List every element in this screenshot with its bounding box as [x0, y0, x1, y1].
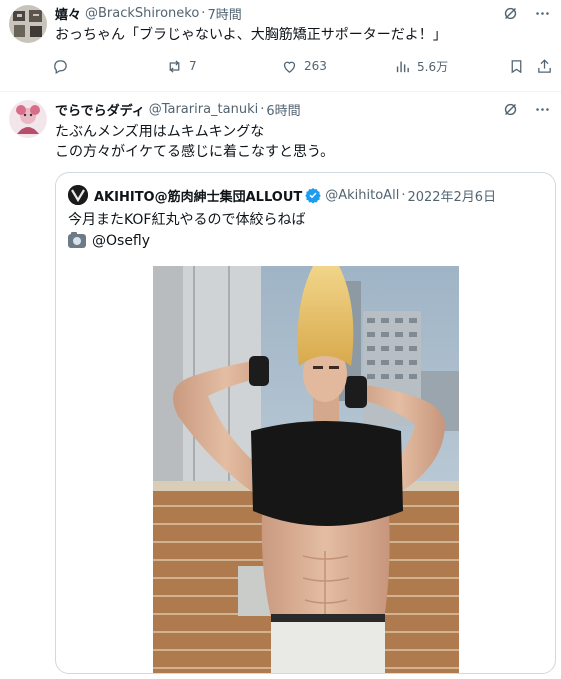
reply-icon	[54, 59, 67, 74]
tweet-2[interactable]: でらでらダディ @Tararira_tanuki · 6時間 たぶんメンズ用はム…	[0, 92, 561, 679]
separator-dot: ·	[201, 5, 206, 21]
retweet-icon	[169, 59, 180, 73]
author-name[interactable]: でらでらダディ	[55, 100, 145, 119]
more-icon[interactable]	[533, 100, 551, 118]
like-icon	[283, 61, 296, 73]
views-icon	[396, 61, 409, 72]
quote-date[interactable]: 2022年2月6日	[407, 186, 496, 205]
author-handle[interactable]: @BrackShironeko	[85, 6, 199, 21]
tweet-text-line-2: この方々がイケてる感じに着こなすと思う。	[55, 144, 335, 160]
author-handle[interactable]: @Tararira_tanuki	[149, 102, 259, 117]
like-count: 263	[304, 59, 327, 73]
photo-credit: @Osefly	[68, 231, 150, 251]
avatar[interactable]	[9, 100, 47, 138]
bookmark-button[interactable]	[508, 56, 525, 76]
quote-photo[interactable]	[153, 266, 459, 673]
share-button[interactable]	[536, 56, 553, 76]
verified-icon	[305, 188, 321, 203]
views-button[interactable]: 5.6万	[394, 56, 448, 76]
timestamp[interactable]: 7時間	[207, 4, 241, 23]
quote-author-handle[interactable]: @AkihitoAll	[325, 188, 399, 203]
separator-dot: ·	[260, 101, 265, 117]
tweet-text: おっちゃん「ブラじゃないよ、大胸筋矯正サポーターだよ！」	[55, 27, 447, 43]
separator-dot: ·	[401, 187, 406, 203]
reply-button[interactable]	[52, 56, 75, 76]
grok-icon[interactable]	[501, 4, 519, 22]
quote-avatar[interactable]	[68, 185, 88, 205]
timestamp[interactable]: 6時間	[266, 100, 300, 119]
camera-icon	[68, 232, 86, 248]
author-name[interactable]: 嬉々	[55, 4, 81, 23]
retweet-button[interactable]: 7	[166, 56, 197, 76]
credit-handle[interactable]: @Osefly	[92, 231, 150, 251]
retweet-count: 7	[189, 59, 197, 73]
share-icon	[538, 58, 551, 73]
bookmark-icon	[511, 59, 522, 73]
more-icon[interactable]	[533, 4, 551, 22]
avatar[interactable]	[9, 5, 47, 43]
quote-author-name[interactable]: AKIHITO@筋肉紳士集団ALLOUT	[94, 186, 302, 205]
tweet-1[interactable]: 嬉々 @BrackShironeko · 7時間 おっちゃん「ブラじゃないよ、大…	[0, 0, 561, 92]
views-count: 5.6万	[417, 59, 449, 74]
action-bar: 7 263 5.6万	[52, 56, 555, 76]
like-button[interactable]: 263	[281, 56, 327, 76]
grok-icon[interactable]	[501, 100, 519, 118]
quote-text: 今月またKOF紅丸やるので体絞らねば	[68, 212, 306, 228]
quoted-tweet[interactable]: AKIHITO@筋肉紳士集団ALLOUT @AkihitoAll · 2022年…	[55, 172, 556, 674]
tweet-text-line-1: たぶんメンズ用はムキムキングな	[55, 124, 265, 140]
